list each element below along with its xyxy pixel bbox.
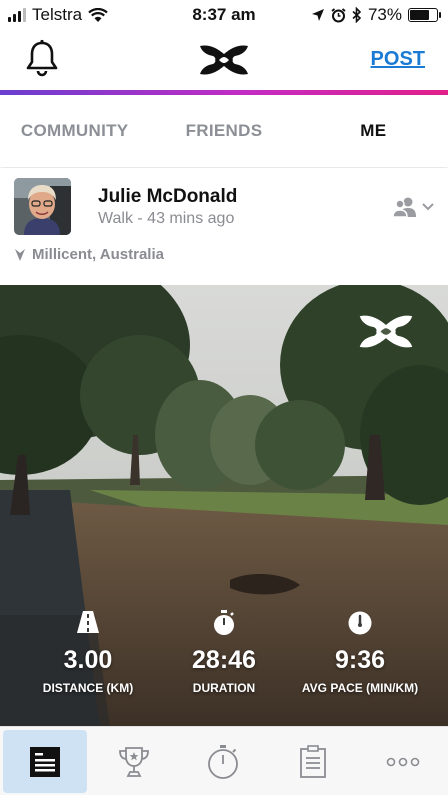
nav-challenges[interactable] <box>89 727 179 795</box>
nav-training-plans[interactable] <box>268 727 358 795</box>
more-icon <box>386 757 419 766</box>
chevron-down-icon <box>422 203 434 211</box>
bluetooth-icon <box>352 7 362 23</box>
battery-percent: 73% <box>367 5 402 24</box>
activity-meta: Walk - 43 mins ago <box>98 210 235 227</box>
pace-label: AVG PACE (MIN/KM) <box>301 681 419 695</box>
notifications-bell-icon[interactable] <box>24 38 60 83</box>
speedometer-icon <box>348 611 372 635</box>
under-armour-watermark-logo <box>356 314 416 354</box>
alarm-icon <box>331 7 346 22</box>
activity-post: Julie McDonald Walk - 43 mins ago Millic… <box>0 168 448 728</box>
location-row: Millicent, Australia <box>14 246 164 263</box>
stopwatch-icon <box>208 744 239 779</box>
nav-more[interactable] <box>358 727 448 795</box>
location-pin-icon <box>15 248 25 261</box>
trophy-icon <box>118 746 149 777</box>
stat-duration: 28:46 DURATION <box>149 610 299 695</box>
location-label: Millicent, Australia <box>32 246 164 263</box>
stat-pace: 9:36 AVG PACE (MIN/KM) <box>285 610 435 695</box>
feed-tabs: COMMUNITY FRIENDS ME <box>0 95 448 167</box>
post-button[interactable]: POST <box>371 48 425 71</box>
tab-community[interactable]: COMMUNITY <box>0 95 149 167</box>
tab-me[interactable]: ME <box>299 95 448 167</box>
status-icons: 73% <box>311 5 441 25</box>
privacy-dropdown[interactable] <box>392 196 434 218</box>
duration-value: 28:46 <box>192 646 256 674</box>
nav-record-workout[interactable] <box>179 727 269 795</box>
user-name[interactable]: Julie McDonald <box>98 186 237 208</box>
tab-friends[interactable]: FRIENDS <box>149 95 298 167</box>
workout-stats: 3.00 DISTANCE (KM) 28:46 DURATION 9:36 A… <box>0 610 448 710</box>
clipboard-icon <box>300 744 326 778</box>
activity-photo[interactable]: 3.00 DISTANCE (KM) 28:46 DURATION 9:36 A… <box>0 285 448 728</box>
status-bar: Telstra 8:37 am 73% <box>0 0 448 30</box>
bottom-nav <box>0 726 448 795</box>
avatar[interactable] <box>14 178 71 235</box>
stat-distance: 3.00 DISTANCE (KM) <box>13 610 163 695</box>
pace-value: 9:36 <box>334 646 386 674</box>
battery-icon <box>408 8 441 22</box>
stopwatch-icon <box>214 610 234 635</box>
distance-value: 3.00 <box>63 646 113 674</box>
feed-icon <box>30 746 60 777</box>
duration-label: DURATION <box>192 681 256 695</box>
distance-label: DISTANCE (KM) <box>42 681 134 695</box>
under-armour-logo <box>197 44 251 81</box>
friends-icon <box>392 197 416 218</box>
route-icon <box>77 611 99 633</box>
location-arrow-icon <box>311 9 324 21</box>
nav-feed[interactable] <box>3 730 87 793</box>
app-header: POST <box>0 30 448 92</box>
